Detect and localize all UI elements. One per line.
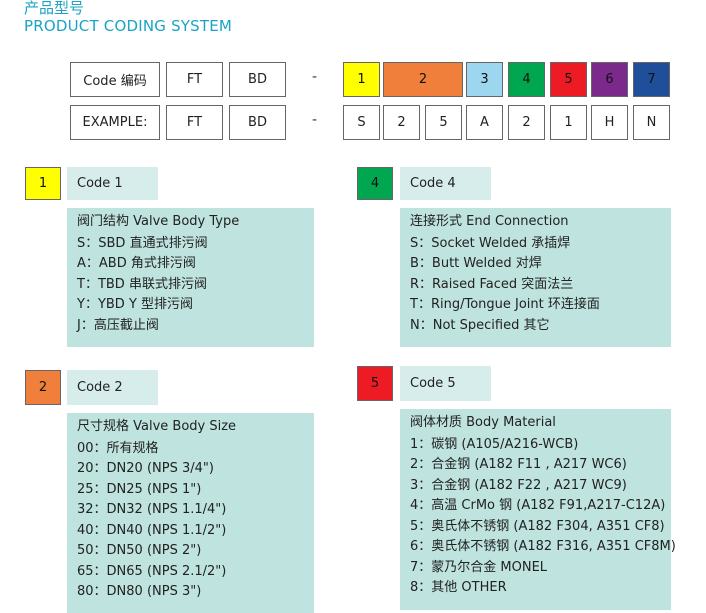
code-slot-3: 3: [466, 62, 503, 97]
code2-panel: 尺寸规格 Valve Body Size 00：所有规格 20：DN20 (NP…: [67, 413, 314, 613]
code5-item: 7：蒙乃尔合金 MONEL: [410, 559, 548, 575]
code1-item: J：高压截止阀: [77, 317, 159, 333]
example-slot-5: 2: [508, 105, 545, 140]
code2-item: 50：DN50 (NPS 2"): [77, 543, 202, 558]
code-slot-2: 2: [383, 62, 463, 97]
code-slot-5: 5: [550, 62, 587, 97]
code4-number-badge: 4: [357, 167, 393, 200]
page-title-en: PRODUCT CODING SYSTEM: [24, 17, 233, 35]
example-bd-box: BD: [229, 105, 286, 140]
code5-item: 6：奥氏体不锈钢 (A182 F316, A351 CF8M): [410, 539, 676, 554]
example-slot-7: H: [591, 105, 628, 140]
code-slot-1: 1: [343, 62, 380, 97]
code1-number-badge: 1: [25, 167, 61, 200]
code-slot-6: 6: [591, 62, 628, 97]
example-dash: -: [312, 112, 318, 128]
code4-item: B：Butt Welded 对焊: [410, 256, 542, 271]
code2-item: 65：DN65 (NPS 2.1/2"): [77, 563, 227, 579]
code5-item: 2：合金钢 (A182 F11 , A217 WC6): [410, 457, 627, 472]
code5-item: 3：合金钢 (A182 F22 , A217 WC9): [410, 477, 627, 493]
page-title-cn: 产品型号: [24, 0, 85, 17]
code5-item: 8：其他 OTHER: [410, 580, 507, 595]
code1-item: Y：YBD Y 型排污阀: [77, 297, 194, 312]
code-bd-box: BD: [229, 62, 286, 97]
code2-title: Code 2: [67, 370, 158, 405]
code-label-box: Code 编码: [70, 62, 160, 97]
code4-panel: 连接形式 End Connection S：Socket Welded 承插焊 …: [400, 208, 671, 347]
code-slot-4: 4: [508, 62, 545, 97]
code4-title: Code 4: [400, 167, 491, 200]
code-dash: -: [312, 69, 318, 85]
code1-item: T：TBD 串联式排污阀: [77, 276, 207, 292]
code2-item: 80：DN80 (NPS 3"): [77, 584, 202, 599]
example-slot-6: 1: [550, 105, 587, 140]
code1-item: S：SBD 直通式排污阀: [77, 235, 208, 251]
code-ft-box: FT: [166, 62, 223, 97]
code4-item: S：Socket Welded 承插焊: [410, 235, 571, 251]
example-slot-8: N: [633, 105, 670, 140]
code5-panel: 阀体材质 Body Material 1：碳钢 (A105/A216-WCB) …: [400, 409, 676, 610]
code5-title: Code 5: [400, 366, 491, 401]
code-slot-7: 7: [633, 62, 670, 97]
code2-item: 20：DN20 (NPS 3/4"): [77, 461, 214, 476]
example-slot-3: 5: [425, 105, 462, 140]
code2-item: 32：DN32 (NPS 1.1/4"): [77, 502, 227, 517]
code4-heading: 连接形式 End Connection: [410, 214, 569, 229]
code1-title: Code 1: [67, 167, 158, 200]
code1-item: A：ABD 角式排污阀: [77, 256, 196, 271]
code2-heading: 尺寸规格 Valve Body Size: [77, 419, 237, 434]
code5-heading: 阀体材质 Body Material: [410, 415, 556, 430]
code5-item: 4：高温 CrMo 钢 (A182 F91,A217-C12A): [410, 498, 666, 513]
code5-item: 5：奥氏体不锈钢 (A182 F304, A351 CF8): [410, 518, 665, 534]
code1-heading: 阀门结构 Valve Body Type: [77, 214, 240, 229]
code5-item: 1：碳钢 (A105/A216-WCB): [410, 436, 579, 452]
code4-item: N：Not Specified 其它: [410, 317, 550, 333]
code5-number-badge: 5: [357, 366, 393, 401]
code1-panel: 阀门结构 Valve Body Type S：SBD 直通式排污阀 A：ABD …: [67, 208, 314, 347]
code2-number-badge: 2: [25, 370, 61, 405]
code4-item: R：Raised Faced 突面法兰: [410, 276, 574, 292]
code2-item: 40：DN40 (NPS 1.1/2"): [77, 522, 227, 538]
example-slot-1: S: [343, 105, 380, 140]
example-label-box: EXAMPLE:: [70, 105, 160, 140]
example-ft-box: FT: [166, 105, 223, 140]
example-slot-2: 2: [383, 105, 420, 140]
code2-item: 00：所有规格: [77, 440, 159, 456]
code2-item: 25：DN25 (NPS 1"): [77, 481, 202, 497]
code4-item: T：Ring/Tongue Joint 环连接面: [410, 297, 600, 312]
example-slot-4: A: [466, 105, 503, 140]
